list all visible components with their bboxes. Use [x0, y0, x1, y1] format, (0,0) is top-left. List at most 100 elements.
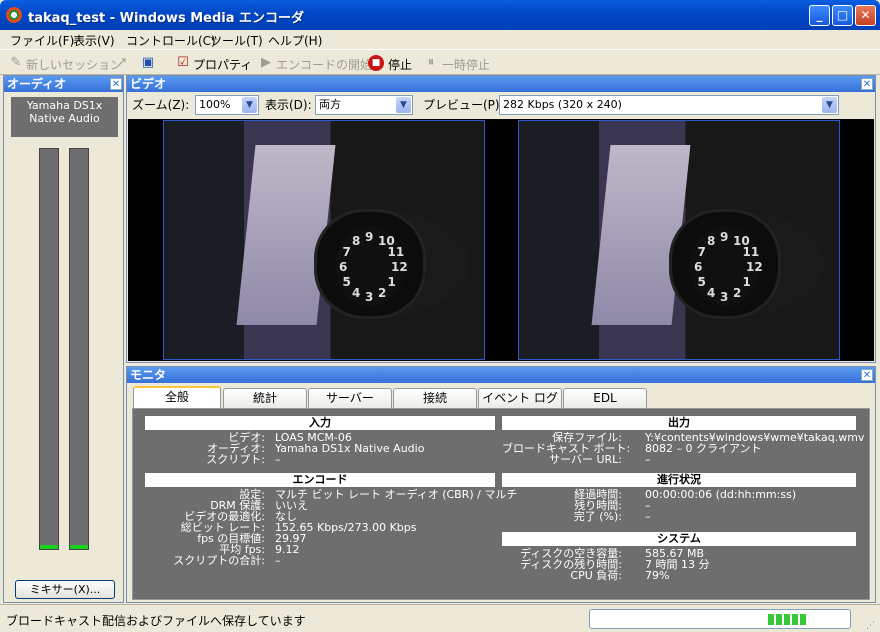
audio-meter-left-level [40, 545, 58, 549]
view-label: 表示(D): [265, 98, 312, 112]
clock-digit: 4 [352, 285, 361, 300]
audio-device-name: Yamaha DS1x Native Audio [11, 97, 118, 137]
cpu-load-value: 79% [645, 569, 670, 582]
preview-value: 282 Kbps (320 x 240) [503, 98, 622, 111]
close-button[interactable]: ✕ [855, 5, 876, 26]
clock-digit: 1 [742, 275, 751, 289]
video-panel-title: ビデオ [130, 77, 167, 91]
pause-button[interactable]: 一時停止 [442, 56, 490, 73]
menu-control[interactable]: コントロール(C) [126, 32, 216, 49]
status-text: ブロードキャスト配信およびファイルへ保存しています [6, 614, 306, 628]
start-encoding-button[interactable]: エンコードの開始 [276, 56, 372, 73]
audio-panel-close-icon[interactable]: ✕ [110, 78, 122, 90]
maximize-button[interactable]: □ [832, 5, 853, 26]
monitor-panel-close-icon[interactable]: ✕ [861, 369, 873, 381]
menu-help[interactable]: ヘルプ(H) [268, 32, 322, 49]
minimize-icon: _ [816, 8, 823, 22]
video-display-area: 10 11 12 1 2 3 4 5 6 7 8 9 10 11 12 1 2 3 4 5 6 7 8 9 [128, 119, 874, 361]
input-script-value: – [275, 453, 281, 466]
close-icon: ✕ [860, 8, 871, 22]
clock-image: 10 11 12 1 2 3 4 5 6 7 8 9 [314, 209, 426, 319]
chevron-down-icon[interactable]: ▼ [242, 97, 257, 113]
menu-tools[interactable]: ツール(T) [210, 32, 263, 49]
preview-select[interactable]: 282 Kbps (320 x 240) ▼ [499, 95, 839, 115]
menu-view[interactable]: 表示(V) [73, 32, 115, 49]
video-output-preview: 10 11 12 1 2 3 4 5 6 7 8 9 [518, 120, 840, 360]
output-section: 出力 保存ファイル: Y:¥contents¥windows¥wme¥takaq… [502, 416, 864, 465]
progress-block [776, 614, 782, 625]
tab-general[interactable]: 全般 [133, 386, 221, 409]
status-bar: ブロードキャスト配信およびファイルへ保存しています ⋰ [0, 604, 880, 632]
clock-face: 10 11 12 1 2 3 4 5 6 7 8 9 [335, 226, 408, 306]
clock-digit: 3 [720, 290, 729, 304]
stop-button[interactable]: 停止 [388, 56, 412, 73]
system-heading: システム [502, 532, 856, 546]
cpu-load-label: CPU 負荷: [570, 569, 622, 582]
clock-digit: 9 [365, 230, 374, 244]
output-url-label: サーバー URL: [549, 453, 622, 466]
clock-digit: 9 [720, 230, 729, 244]
input-audio-value: Yamaha DS1x Native Audio [275, 442, 425, 455]
app-icon [6, 7, 22, 23]
clock-digit: 12 [391, 260, 408, 274]
tab-edl[interactable]: EDL [563, 388, 647, 408]
window-title: takaq_test - Windows Media エンコーダ [28, 11, 305, 26]
clock-face: 10 11 12 1 2 3 4 5 6 7 8 9 [690, 226, 763, 306]
audio-meter-right-level [70, 545, 88, 549]
clock-digit: 8 [352, 234, 361, 249]
video-panel-close-icon[interactable]: ✕ [861, 78, 873, 90]
title-bar[interactable]: takaq_test - Windows Media エンコーダ _ □ ✕ [0, 0, 880, 30]
properties-button[interactable]: プロパティ [193, 56, 252, 73]
view-select[interactable]: 両方 ▼ [315, 95, 413, 115]
clock-digit: 5 [342, 275, 351, 289]
clock-digit: 12 [746, 260, 763, 274]
clock-digit: 6 [694, 260, 703, 274]
audio-meter-left [39, 148, 59, 550]
output-url-value: – [645, 453, 651, 466]
open-icon[interactable]: ↗ [114, 55, 130, 71]
encode-heading: エンコード [145, 473, 495, 487]
clock-digit: 6 [339, 260, 348, 274]
resize-grip-icon[interactable]: ⋰ [866, 621, 875, 631]
tab-statistics[interactable]: 統計 [223, 388, 307, 408]
output-port-value: 8082 – 0 クライアント [645, 442, 762, 455]
pause-icon: ⏸ [427, 55, 435, 70]
view-value: 両方 [319, 98, 341, 111]
complete-percent-value: – [645, 510, 651, 523]
input-section: 入力 ビデオ: LOAS MCM-06 オーディオ: Yamaha DS1x N… [145, 416, 495, 465]
audio-panel-header: オーディオ [4, 76, 123, 92]
clock-digit: 7 [697, 245, 706, 259]
mixer-button[interactable]: ミキサー(X)... [15, 580, 115, 599]
properties-icon: ☑ [177, 55, 189, 70]
zoom-select[interactable]: 100% ▼ [195, 95, 259, 115]
input-heading: 入力 [145, 416, 495, 430]
tab-connections[interactable]: 接続 [393, 388, 477, 408]
clock-digit: 3 [365, 290, 374, 304]
clock-digit: 11 [742, 245, 760, 259]
encode-settings-value: マルチ ビット レート オーディオ (CBR) / マルチ [275, 488, 518, 501]
clock-digit: 8 [707, 234, 716, 249]
new-session-button[interactable]: 新しいセッション [26, 56, 122, 73]
monitor-panel-header: モニタ [127, 367, 875, 383]
save-icon[interactable]: ▣ [140, 55, 156, 71]
complete-percent-label: 完了 (%): [573, 510, 622, 523]
menu-file[interactable]: ファイル(F) [10, 32, 74, 49]
audio-panel: オーディオ ✕ Yamaha DS1x Native Audio ミキサー(X)… [3, 75, 124, 603]
clock-digit: 11 [387, 245, 405, 259]
encode-script-total-value: – [275, 554, 281, 567]
clock-digit: 5 [697, 275, 706, 289]
chevron-down-icon[interactable]: ▼ [822, 97, 837, 113]
output-heading: 出力 [502, 416, 856, 430]
chevron-down-icon[interactable]: ▼ [396, 97, 411, 113]
minimize-button[interactable]: _ [809, 5, 830, 26]
progress-block [768, 614, 774, 625]
monitor-panel: モニタ ✕ 全般 統計 サーバー 接続 イベント ログ EDL 入力 ビデオ: … [126, 366, 876, 603]
toolbar: ✎ 新しいセッション ↗ ▣ ☑ プロパティ ▶ エンコードの開始 ■ 停止 ⏸… [0, 51, 880, 75]
system-section: システム ディスクの空き容量: 585.67 MB ディスクの残り時間: 7 時… [502, 532, 856, 581]
monitor-panel-title: モニタ [130, 368, 167, 382]
preview-label: プレビュー(P): [423, 98, 504, 112]
clock-digit: 1 [387, 275, 396, 289]
tab-event-log[interactable]: イベント ログ [478, 388, 562, 408]
progress-section: 進行状況 経過時間: 00:00:00:06 (dd:hh:mm:ss) 残り時… [502, 473, 856, 522]
tab-server[interactable]: サーバー [308, 388, 392, 408]
